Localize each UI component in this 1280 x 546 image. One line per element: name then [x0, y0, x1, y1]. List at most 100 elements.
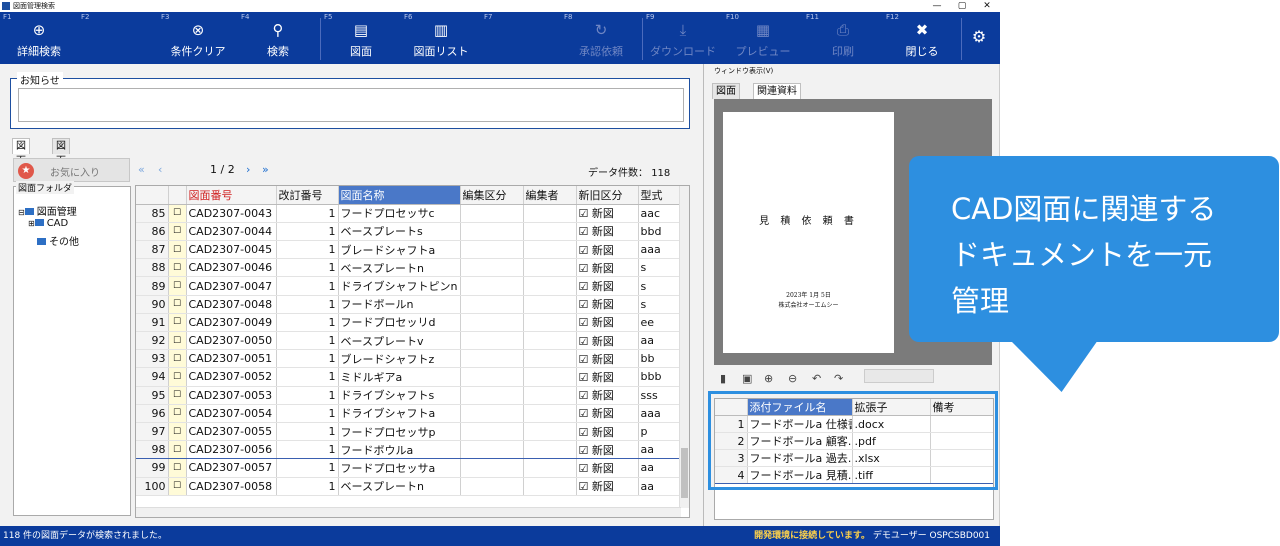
- f7-button[interactable]: F7: [481, 12, 561, 64]
- cell-editor[interactable]: [523, 349, 577, 369]
- cell-editor[interactable]: [523, 313, 577, 333]
- cell-revision[interactable]: 1: [276, 367, 339, 387]
- print-button[interactable]: F11 ⎙ 印刷: [803, 12, 883, 64]
- table-row[interactable]: 98 ☐ CAD2307-0056 1 フードボウルa ☑ 新図 aa: [136, 440, 681, 460]
- cell-model[interactable]: aac: [638, 204, 681, 223]
- cell-edit-kbn[interactable]: [460, 440, 524, 460]
- table-row[interactable]: 92 ☐ CAD2307-0050 1 ベースプレートv ☑ 新図 aa: [136, 331, 681, 351]
- cell-revision[interactable]: 1: [276, 349, 339, 369]
- cell-drawing-name[interactable]: フードプロセッリd: [338, 313, 461, 333]
- cell-edit-kbn[interactable]: [460, 367, 524, 387]
- cell-revision[interactable]: 1: [276, 440, 339, 460]
- minimize-button[interactable]: —: [925, 0, 949, 12]
- cell-drawing-number[interactable]: CAD2307-0055: [186, 422, 277, 442]
- cell-row-checkbox[interactable]: ☐: [168, 404, 187, 423]
- tree-node-root[interactable]: ⊟ 図面管理: [18, 203, 77, 218]
- cell-editor[interactable]: [523, 240, 577, 260]
- cell-drawing-name[interactable]: ドライブシャフトs: [338, 386, 461, 405]
- tab-related-docs[interactable]: 関連資料: [753, 83, 801, 99]
- cell-new-old[interactable]: ☑ 新図: [576, 331, 639, 351]
- cell-revision[interactable]: 1: [276, 331, 339, 351]
- cell-drawing-name[interactable]: ベースプレートv: [338, 331, 461, 351]
- cell-edit-kbn[interactable]: [460, 222, 524, 242]
- cell-model[interactable]: aaa: [638, 240, 681, 260]
- table-row[interactable]: 94 ☐ CAD2307-0052 1 ミドルギアa ☑ 新図 bbb: [136, 367, 681, 387]
- cell-new-old[interactable]: ☑ 新図: [576, 367, 639, 387]
- last-page-button[interactable]: »: [262, 163, 269, 176]
- cell-edit-kbn[interactable]: [460, 313, 524, 333]
- table-row[interactable]: 97 ☐ CAD2307-0055 1 フードプロセッサp ☑ 新図 p: [136, 422, 681, 442]
- cell-model[interactable]: ee: [638, 313, 681, 333]
- cell-row-number[interactable]: 93: [136, 349, 169, 369]
- cell-row-checkbox[interactable]: ☐: [168, 458, 187, 478]
- cell-drawing-number[interactable]: CAD2307-0047: [186, 276, 277, 296]
- cell-row-number[interactable]: 98: [136, 440, 169, 460]
- cell-edit-kbn[interactable]: [460, 240, 524, 260]
- cell-edit-kbn[interactable]: [460, 204, 524, 223]
- cell-row-number[interactable]: 85: [136, 204, 169, 223]
- cell-row-checkbox[interactable]: ☐: [168, 422, 187, 442]
- detail-search-button[interactable]: F1 ⊕ 詳細検索: [0, 12, 78, 64]
- cell-new-old[interactable]: ☑ 新図: [576, 458, 639, 478]
- cell-row-number[interactable]: 95: [136, 386, 169, 405]
- cell-edit-kbn[interactable]: [460, 458, 524, 478]
- cell-row-number[interactable]: 94: [136, 367, 169, 387]
- table-row[interactable]: 91 ☐ CAD2307-0049 1 フードプロセッリd ☑ 新図 ee: [136, 313, 681, 333]
- cell-drawing-number[interactable]: CAD2307-0051: [186, 349, 277, 369]
- cell-drawing-name[interactable]: ドライブシャフトa: [338, 404, 461, 423]
- cell-revision[interactable]: 1: [276, 313, 339, 333]
- save-icon[interactable]: ▣: [742, 372, 752, 385]
- cell-model[interactable]: s: [638, 295, 681, 314]
- col-model[interactable]: 型式: [638, 186, 681, 205]
- cell-drawing-name[interactable]: ブレードシャフトa: [338, 240, 461, 260]
- cell-drawing-number[interactable]: CAD2307-0043: [186, 204, 277, 223]
- cell-drawing-name[interactable]: フードプロセッサc: [338, 204, 461, 223]
- cell-row-number[interactable]: 86: [136, 222, 169, 242]
- col-new-old[interactable]: 新旧区分: [576, 186, 639, 205]
- cell-edit-kbn[interactable]: [460, 331, 524, 351]
- cell-new-old[interactable]: ☑ 新図: [576, 422, 639, 442]
- tab-drawing-list[interactable]: 図面リスト: [52, 138, 70, 212]
- cell-new-old[interactable]: ☑ 新図: [576, 386, 639, 405]
- cell-edit-kbn[interactable]: [460, 477, 524, 496]
- table-row[interactable]: 89 ☐ CAD2307-0047 1 ドライブシャフトピンn ☑ 新図 s: [136, 276, 681, 296]
- maximize-button[interactable]: ▢: [950, 0, 974, 12]
- first-page-button[interactable]: «: [138, 163, 145, 176]
- cell-new-old[interactable]: ☑ 新図: [576, 204, 639, 223]
- search-button[interactable]: F4 ⚲ 検索: [238, 12, 318, 64]
- cell-model[interactable]: aa: [638, 458, 681, 478]
- cell-model[interactable]: s: [638, 258, 681, 278]
- cell-drawing-number[interactable]: CAD2307-0058: [186, 477, 277, 496]
- cell-edit-kbn[interactable]: [460, 258, 524, 278]
- next-page-button[interactable]: ›: [246, 163, 250, 176]
- col-edit-kbn[interactable]: 編集区分: [460, 186, 524, 205]
- cell-drawing-name[interactable]: フードボールn: [338, 295, 461, 314]
- cell-edit-kbn[interactable]: [460, 422, 524, 442]
- download-button[interactable]: F9 ⤓ ダウンロード: [643, 12, 723, 64]
- cell-editor[interactable]: [523, 440, 577, 460]
- cell-revision[interactable]: 1: [276, 477, 339, 496]
- cell-revision[interactable]: 1: [276, 422, 339, 442]
- tree-node-other[interactable]: その他: [37, 233, 79, 248]
- cell-drawing-number[interactable]: CAD2307-0048: [186, 295, 277, 314]
- cell-row-checkbox[interactable]: ☐: [168, 349, 187, 369]
- cell-drawing-number[interactable]: CAD2307-0052: [186, 367, 277, 387]
- clear-conditions-button[interactable]: F3 ⊗ 条件クリア: [158, 12, 238, 64]
- cell-new-old[interactable]: ☑ 新図: [576, 258, 639, 278]
- cell-model[interactable]: bbb: [638, 367, 681, 387]
- cell-row-checkbox[interactable]: ☐: [168, 331, 187, 351]
- cell-row-checkbox[interactable]: ☐: [168, 295, 187, 314]
- cell-model[interactable]: sss: [638, 386, 681, 405]
- cell-drawing-name[interactable]: フードボウルa: [338, 440, 461, 460]
- tab-right-drawing[interactable]: 図面: [712, 83, 740, 99]
- cell-drawing-name[interactable]: ミドルギアa: [338, 367, 461, 387]
- table-row[interactable]: 96 ☐ CAD2307-0054 1 ドライブシャフトa ☑ 新図 aaa: [136, 404, 681, 423]
- cell-drawing-name[interactable]: ベースプレートn: [338, 477, 461, 496]
- cell-drawing-name[interactable]: ベースプレートs: [338, 222, 461, 242]
- cell-row-checkbox[interactable]: ☐: [168, 258, 187, 278]
- cell-revision[interactable]: 1: [276, 240, 339, 260]
- table-row[interactable]: 99 ☐ CAD2307-0057 1 フードプロセッサa ☑ 新図 aa: [136, 458, 681, 478]
- cell-row-checkbox[interactable]: ☐: [168, 240, 187, 260]
- table-row[interactable]: 87 ☐ CAD2307-0045 1 ブレードシャフトa ☑ 新図 aaa: [136, 240, 681, 260]
- cell-revision[interactable]: 1: [276, 258, 339, 278]
